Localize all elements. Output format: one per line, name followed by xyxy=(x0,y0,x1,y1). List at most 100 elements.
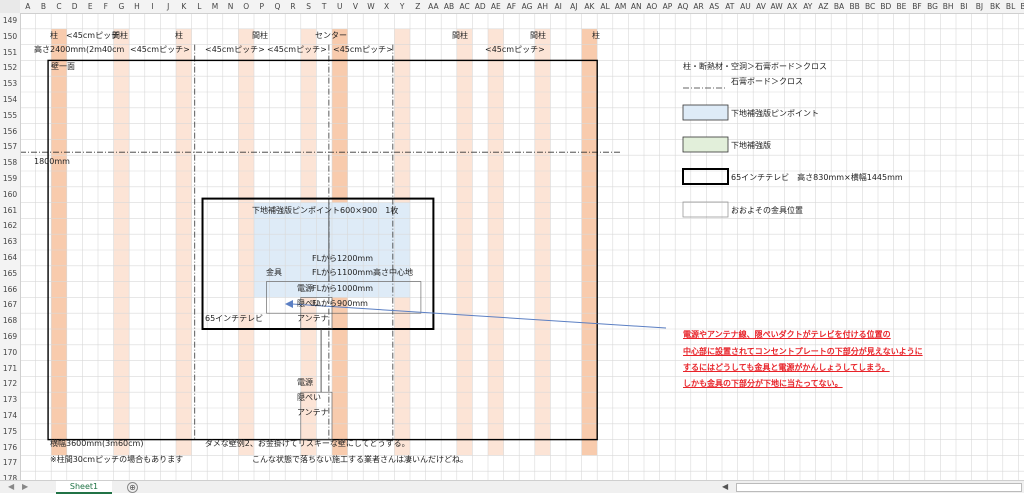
row-header[interactable]: 172 xyxy=(0,376,21,393)
label-pitch-4[interactable]: <45cmピッチ> xyxy=(267,43,327,56)
column-header[interactable]: BB xyxy=(846,0,863,14)
label-pitch-2[interactable]: <45cmピッチ> xyxy=(130,43,190,56)
column-header[interactable]: AR xyxy=(690,0,707,14)
column-header[interactable]: AA xyxy=(425,0,442,14)
row-header[interactable]: 149 xyxy=(0,13,21,29)
tab-prev-icon[interactable]: ◀ xyxy=(8,481,14,492)
row-header[interactable]: 159 xyxy=(0,171,21,187)
column-header[interactable]: AS xyxy=(706,0,722,14)
column-header[interactable]: Y xyxy=(394,0,410,14)
column-header[interactable]: BC xyxy=(862,0,878,14)
label-tv-65[interactable]: 65インチテレビ xyxy=(205,312,263,325)
tab-next-icon[interactable]: ▶ xyxy=(22,481,28,492)
column-header[interactable]: F xyxy=(98,0,114,14)
row-header[interactable]: 169 xyxy=(0,329,21,345)
tab-sheet1[interactable]: Sheet1 xyxy=(56,481,112,494)
column-header[interactable]: BE xyxy=(893,0,910,14)
column-header[interactable]: AQ xyxy=(675,0,691,14)
row-header[interactable]: 174 xyxy=(0,408,21,424)
label-fl-1000[interactable]: FLから1000mm xyxy=(312,282,373,295)
column-header[interactable]: AK xyxy=(581,0,598,14)
column-header[interactable]: BH xyxy=(940,0,956,14)
label-mabashira-4[interactable]: 間柱 xyxy=(530,29,546,42)
column-header[interactable]: L xyxy=(191,0,208,14)
column-header[interactable]: AN xyxy=(628,0,644,14)
label-dengen-1[interactable]: 電源 xyxy=(297,282,313,295)
label-center[interactable]: センター xyxy=(315,29,347,42)
column-header[interactable]: BF xyxy=(909,0,925,14)
column-header[interactable]: AD xyxy=(472,0,488,14)
column-header[interactable]: T xyxy=(316,0,332,14)
label-mabashira-2[interactable]: 間柱 xyxy=(252,29,268,42)
column-header[interactable]: U xyxy=(332,0,348,14)
column-header[interactable]: AT xyxy=(722,0,738,14)
label-pinpoint-title[interactable]: 下地補強版ピンポイント600×900 1枚 xyxy=(252,204,398,217)
row-header[interactable]: 157 xyxy=(0,139,21,156)
label-mabashira-3[interactable]: 間柱 xyxy=(452,29,468,42)
label-bad-builder[interactable]: こんな状態で落ちない施工する業者さんは凄いんだけどね。 xyxy=(252,453,468,466)
note-line-4[interactable]: しかも金具の下部分が下地に当たってない。 xyxy=(683,375,843,392)
column-header[interactable]: AC xyxy=(456,0,473,14)
label-antenna-2[interactable]: アンテナ xyxy=(297,406,329,419)
row-header[interactable]: 177 xyxy=(0,455,21,472)
row-header[interactable]: 166 xyxy=(0,281,21,298)
column-header[interactable]: D xyxy=(66,0,83,14)
label-pitch-6[interactable]: <45cmピッチ> xyxy=(485,43,545,56)
column-header[interactable]: K xyxy=(176,0,192,14)
label-dengen-2[interactable]: 電源 xyxy=(297,376,313,389)
row-header[interactable]: 162 xyxy=(0,218,21,235)
label-wall-whole[interactable]: 壁一面 xyxy=(51,60,75,73)
column-header[interactable]: AL xyxy=(597,0,613,14)
horizontal-scrollbar[interactable] xyxy=(736,483,1022,492)
column-header[interactable]: BA xyxy=(831,0,847,14)
row-header[interactable]: 156 xyxy=(0,123,21,140)
column-header[interactable]: AB xyxy=(441,0,457,14)
column-header[interactable]: AE xyxy=(488,0,504,14)
column-header[interactable]: O xyxy=(238,0,254,14)
column-header[interactable]: BI xyxy=(956,0,972,14)
column-header[interactable]: BK xyxy=(987,0,1003,14)
column-header[interactable]: V xyxy=(347,0,364,14)
label-pillar-3[interactable]: 柱 xyxy=(592,29,600,42)
select-all-corner[interactable] xyxy=(0,0,21,14)
row-header[interactable]: 171 xyxy=(0,360,21,377)
label-pillar-1[interactable]: 柱 xyxy=(50,29,58,42)
label-dame-example[interactable]: ダメな壁例2、お金掛けてリスキーな壁にしてどうする。 xyxy=(205,437,410,450)
row-header[interactable]: 160 xyxy=(0,186,21,203)
column-header[interactable]: H xyxy=(129,0,145,14)
add-sheet-icon[interactable]: ⊕ xyxy=(127,482,138,493)
label-pillar-2[interactable]: 柱 xyxy=(175,29,183,42)
label-width-3600[interactable]: 横幅3600mm(3m60cm) xyxy=(50,437,143,450)
label-fl-1100[interactable]: FLから1100mm高さ中心地 xyxy=(312,266,413,279)
column-header[interactable]: AV xyxy=(753,0,769,14)
scroll-left-icon[interactable]: ◀ xyxy=(722,481,728,492)
column-header[interactable]: AI xyxy=(550,0,566,14)
label-antenna-1[interactable]: アンテナ xyxy=(297,312,329,325)
column-header[interactable]: AW xyxy=(768,0,785,14)
column-header[interactable]: B xyxy=(35,0,52,14)
column-header[interactable]: AH xyxy=(534,0,551,14)
label-inpei-1[interactable]: 隠ぺい xyxy=(297,297,321,310)
legend-gypsum-label[interactable]: 石膏ボード＞クロス xyxy=(731,75,803,88)
column-header[interactable]: AO xyxy=(644,0,660,14)
column-header[interactable]: E xyxy=(82,0,98,14)
note-line-3[interactable]: するにはどうしても金具と電源がかんしょうしてしまう。 xyxy=(683,359,890,376)
column-header[interactable]: AM xyxy=(612,0,629,14)
column-header[interactable]: AZ xyxy=(815,0,832,14)
column-header[interactable]: AP xyxy=(659,0,676,14)
column-header[interactable]: C xyxy=(51,0,67,14)
label-fl-1200[interactable]: FLから1200mm xyxy=(312,252,373,265)
row-header[interactable]: 161 xyxy=(0,202,21,219)
column-header[interactable]: BL xyxy=(1002,0,1019,14)
column-header[interactable]: AU xyxy=(737,0,754,14)
row-header[interactable]: 154 xyxy=(0,92,21,108)
row-header[interactable]: 176 xyxy=(0,439,21,456)
label-stud-note[interactable]: ※柱間30cmピッチの場合もあります xyxy=(50,453,183,466)
row-header[interactable]: 155 xyxy=(0,107,21,124)
column-header[interactable]: P xyxy=(254,0,270,14)
column-header[interactable]: AJ xyxy=(566,0,582,14)
legend-fitting-label[interactable]: おおよその金具位置 xyxy=(731,204,803,217)
legend-title[interactable]: 柱・断熱材・空洞＞石膏ボード＞クロス xyxy=(683,60,827,73)
row-header[interactable]: 170 xyxy=(0,344,21,361)
row-header[interactable]: 163 xyxy=(0,234,21,250)
